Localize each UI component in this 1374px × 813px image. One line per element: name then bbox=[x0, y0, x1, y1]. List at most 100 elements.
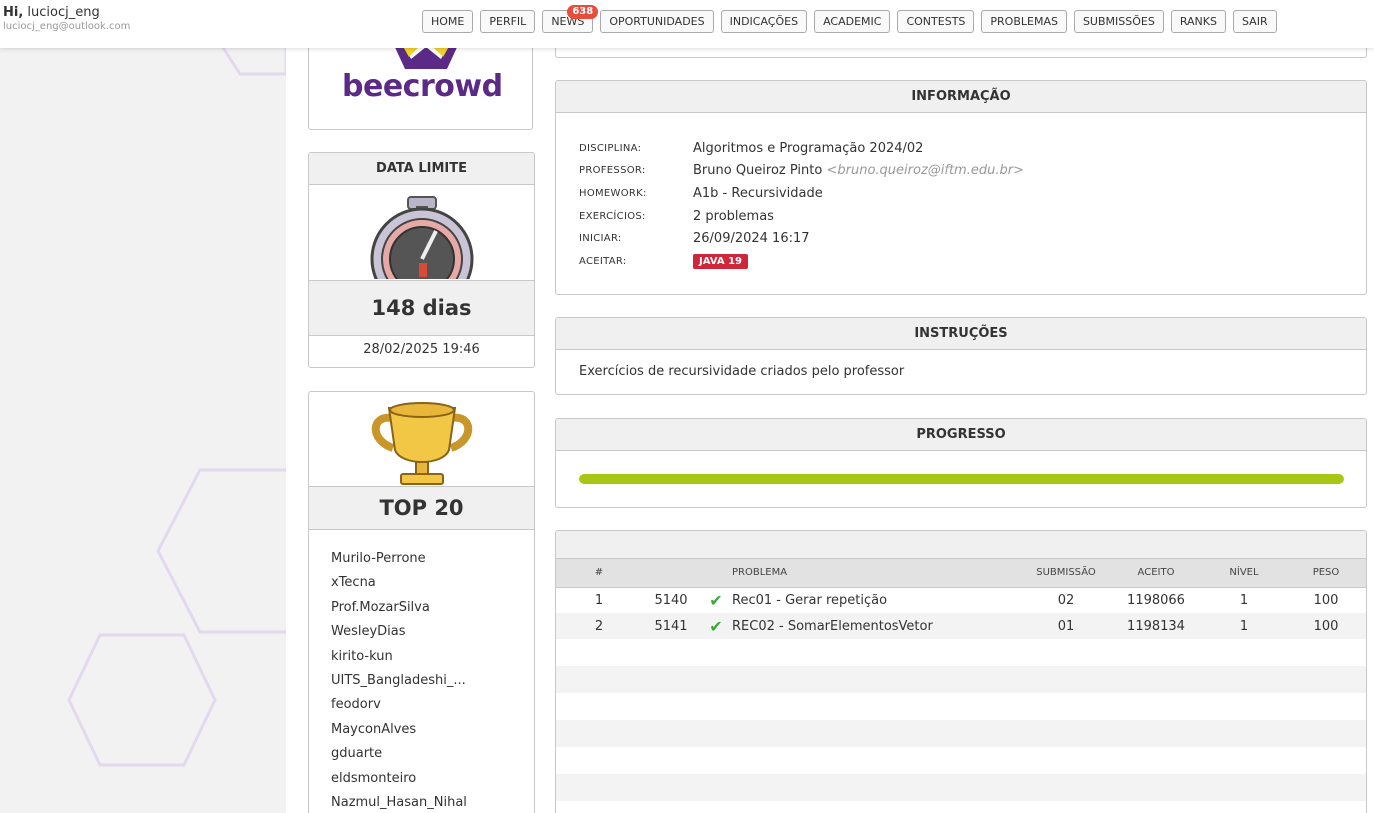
deadline-title: DATA LIMITE bbox=[309, 153, 534, 185]
nav-sair[interactable]: SAIR bbox=[1232, 10, 1277, 33]
list-item[interactable]: kirito-kun bbox=[331, 648, 467, 672]
list-item[interactable]: MayconAlves bbox=[331, 721, 467, 745]
col-submission: SUBMISSÃO bbox=[1022, 559, 1110, 588]
info-row-exercises: EXERCÍCIOS: 2 problemas bbox=[579, 205, 1024, 228]
nav-ranks[interactable]: RANKS bbox=[1170, 10, 1226, 33]
empty-row bbox=[556, 639, 1366, 666]
submission-count: 02 bbox=[1057, 592, 1075, 608]
progress-fill bbox=[579, 474, 1344, 484]
logo-text[interactable]: beecrowd bbox=[342, 69, 503, 104]
problem-name[interactable]: REC02 - SomarElementosVetor bbox=[732, 613, 1022, 639]
info-row-discipline: DISCIPLINA: Algoritmos e Programação 2024… bbox=[579, 137, 1024, 160]
background-hexagons bbox=[67, 38, 290, 767]
stopwatch-icon bbox=[370, 196, 474, 279]
weight: 100 bbox=[1286, 613, 1366, 639]
main-nav: HOME PERFIL NEWS 638 OPORTUNIDADES INDICA… bbox=[422, 5, 1277, 33]
instructions-box: INSTRUÇÕES Exercícios de recursividade c… bbox=[555, 317, 1367, 395]
level: 1 bbox=[1239, 592, 1249, 608]
info-key: PROFESSOR: bbox=[579, 165, 646, 177]
trophy-icon bbox=[371, 402, 473, 485]
list-item[interactable]: eldsmonteiro bbox=[331, 770, 467, 794]
problem-id[interactable]: 5140 bbox=[642, 587, 700, 613]
table-row[interactable]: 1 5140 ✔ Rec01 - Gerar repetição 02 1198… bbox=[556, 587, 1366, 613]
list-item[interactable]: Nazmul_Hasan_Nihal bbox=[331, 794, 467, 813]
col-id bbox=[642, 559, 700, 588]
nav-academic[interactable]: ACADEMIC bbox=[814, 10, 891, 33]
level: 1 bbox=[1202, 613, 1286, 639]
nav-news[interactable]: NEWS 638 bbox=[542, 5, 599, 33]
user-info: Hi, luciocj_eng luciocj_eng@outlook.com bbox=[3, 5, 130, 32]
col-weight: PESO bbox=[1286, 559, 1366, 588]
info-title: INFORMAÇÃO bbox=[556, 81, 1366, 113]
list-item[interactable]: WesleyDias bbox=[331, 623, 467, 647]
info-key: INICIAR: bbox=[579, 233, 622, 245]
col-accepted: ACEITO bbox=[1110, 559, 1202, 588]
problems-table: # PROBLEMA SUBMISSÃO ACEITO NÍVEL PESO 1… bbox=[556, 559, 1366, 639]
col-status bbox=[700, 559, 732, 588]
nav-perfil[interactable]: PERFIL bbox=[480, 10, 536, 33]
username[interactable]: luciocj_eng bbox=[27, 5, 99, 20]
col-problem: PROBLEMA bbox=[732, 559, 1022, 588]
empty-row bbox=[556, 666, 1366, 693]
submission-count: 01 bbox=[1022, 613, 1110, 639]
deadline-box: DATA LIMITE 148 dias 28/02/2025 19:46 bbox=[308, 152, 535, 368]
nav-contests[interactable]: CONTESTS bbox=[897, 10, 975, 33]
info-row-professor: PROFESSOR: Bruno Queiroz Pinto <bruno.que… bbox=[579, 160, 1024, 183]
info-row-start: INICIAR: 26/09/2024 16:17 bbox=[579, 227, 1024, 250]
info-value: 2 problemas bbox=[693, 208, 774, 224]
list-item[interactable]: xTecna bbox=[331, 574, 467, 598]
info-key: ACEITAR: bbox=[579, 255, 627, 267]
user-email: luciocj_eng@outlook.com bbox=[3, 21, 131, 32]
days-remaining: 148 dias bbox=[309, 280, 534, 336]
info-box: INFORMAÇÃO DISCIPLINA: Algoritmos e Progr… bbox=[555, 80, 1367, 295]
top-bar: Hi, luciocj_eng luciocj_eng@outlook.com … bbox=[0, 0, 1374, 48]
main-content: beecrowd DATA LIMITE 148 dias 28/02/2025… bbox=[286, 42, 1374, 813]
nav-indicacoes[interactable]: INDICAÇÕES bbox=[720, 10, 808, 33]
instructions-title: INSTRUÇÕES bbox=[556, 318, 1366, 350]
col-num: # bbox=[556, 559, 642, 588]
info-value: 26/09/2024 16:17 bbox=[693, 231, 810, 247]
problem-name[interactable]: Rec01 - Gerar repetição bbox=[732, 587, 1022, 613]
problem-id[interactable]: 5141 bbox=[642, 613, 700, 639]
nav-home[interactable]: HOME bbox=[422, 10, 474, 33]
info-row-homework: HOMEWORK: A1b - Recursividade bbox=[579, 182, 1024, 205]
professor-name: Bruno Queiroz Pinto bbox=[693, 163, 823, 179]
empty-row bbox=[556, 720, 1366, 747]
info-row-accept: ACEITAR: JAVA 19 bbox=[579, 250, 1024, 273]
problems-box-header bbox=[556, 531, 1366, 559]
nav-problemas[interactable]: PROBLEMAS bbox=[981, 10, 1067, 33]
row-num: 1 bbox=[594, 592, 604, 608]
nav-submissoes[interactable]: SUBMISSÕES bbox=[1073, 10, 1164, 33]
empty-row bbox=[556, 774, 1366, 801]
check-icon: ✔ bbox=[700, 613, 732, 639]
info-value: A1b - Recursividade bbox=[693, 185, 823, 201]
weight: 100 bbox=[1313, 592, 1339, 608]
instructions-text: Exercícios de recursividade criados pelo… bbox=[579, 364, 905, 379]
list-item[interactable]: feodorv bbox=[331, 696, 467, 720]
accepted-id[interactable]: 1198066 bbox=[1110, 587, 1202, 613]
top20-list: Murilo-Perrone xTecna Prof.MozarSilva We… bbox=[331, 550, 467, 813]
list-item[interactable]: UITS_Bangladeshi_... bbox=[331, 672, 467, 696]
col-level: NÍVEL bbox=[1202, 559, 1286, 588]
top20-title: TOP 20 bbox=[309, 486, 534, 530]
progress-box: PROGRESSO bbox=[555, 418, 1367, 508]
language-tag: JAVA 19 bbox=[693, 254, 748, 270]
accepted-id[interactable]: 1198134 bbox=[1110, 613, 1202, 639]
info-key: DISCIPLINA: bbox=[579, 142, 642, 154]
info-key: EXERCÍCIOS: bbox=[579, 210, 646, 222]
deadline-date: 28/02/2025 19:46 bbox=[363, 342, 480, 357]
info-key: HOMEWORK: bbox=[579, 187, 647, 199]
row-num: 2 bbox=[556, 613, 642, 639]
list-item[interactable]: Prof.MozarSilva bbox=[331, 599, 467, 623]
logo-box: beecrowd bbox=[308, 44, 533, 130]
empty-row bbox=[556, 693, 1366, 720]
list-item[interactable]: Murilo-Perrone bbox=[331, 550, 467, 574]
list-item[interactable]: gduarte bbox=[331, 745, 467, 769]
table-row[interactable]: 2 5141 ✔ REC02 - SomarElementosVetor 01 … bbox=[556, 613, 1366, 639]
progress-title: PROGRESSO bbox=[556, 419, 1366, 451]
check-icon: ✔ bbox=[709, 590, 723, 610]
greeting: Hi, bbox=[3, 5, 24, 20]
professor-email[interactable]: <bruno.queiroz@iftm.edu.br> bbox=[826, 163, 1023, 178]
problems-box: # PROBLEMA SUBMISSÃO ACEITO NÍVEL PESO 1… bbox=[555, 530, 1367, 813]
nav-oportunidades[interactable]: OPORTUNIDADES bbox=[600, 10, 714, 33]
